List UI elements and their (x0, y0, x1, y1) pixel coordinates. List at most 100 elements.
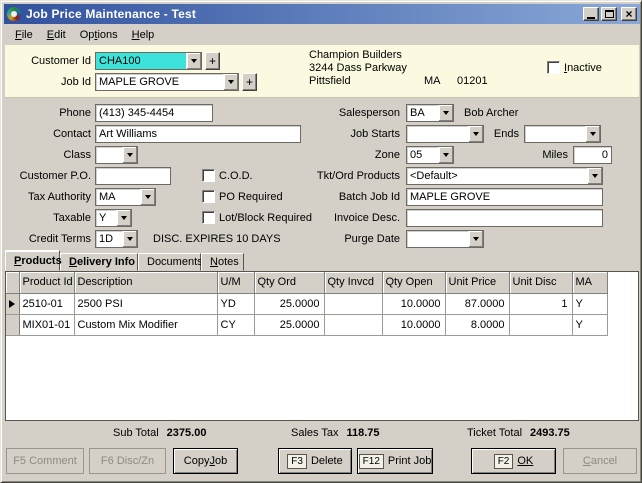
class-dropdown-button[interactable] (122, 147, 137, 163)
customer-state: MA (424, 75, 441, 87)
customer-id-add-button[interactable]: + (205, 52, 220, 70)
miles-input[interactable] (573, 146, 612, 164)
cell-unit-disc[interactable]: 1 (509, 293, 572, 314)
sub-total: Sub Total2375.00 (113, 427, 206, 439)
taxable-combo[interactable]: Y (95, 209, 132, 227)
batch-job-id-input[interactable] (406, 188, 603, 206)
cod-checkbox[interactable] (202, 169, 215, 182)
minimize-button[interactable] (583, 7, 599, 21)
po-required-checkbox[interactable] (202, 190, 215, 203)
f2-ok-button[interactable]: F2OK (471, 448, 556, 474)
sales-tax-label: Sales Tax (291, 427, 339, 439)
titlebar[interactable]: Job Price Maintenance - Test × (4, 4, 640, 24)
credit-terms-combo[interactable]: 1D (95, 230, 138, 248)
cell-qty-open[interactable]: 10.0000 (382, 314, 445, 335)
tax-authority-combo[interactable]: MA (95, 188, 156, 206)
invoice-desc-input[interactable] (406, 209, 603, 227)
cell-unit-price[interactable]: 8.0000 (445, 314, 509, 335)
class-combo[interactable] (95, 146, 138, 164)
menu-file[interactable]: File (8, 27, 40, 43)
inactive-checkbox[interactable] (547, 61, 560, 74)
cell-qty-ord[interactable]: 25.0000 (254, 293, 324, 314)
purge-date-dropdown-button[interactable] (468, 231, 483, 247)
purge-date-value (407, 231, 468, 247)
salesperson-combo[interactable]: BA (406, 104, 454, 122)
purge-date-combo[interactable] (406, 230, 484, 248)
po-required-label: PO Required (219, 191, 283, 204)
menu-options[interactable]: Options (73, 27, 125, 43)
cell-ma[interactable]: Y (572, 293, 607, 314)
copy-job-button[interactable]: Copy Job (173, 448, 238, 474)
customer-id-dropdown-button[interactable] (186, 53, 201, 69)
table-row[interactable]: MIX01-01 Custom Mix Modifier CY 25.0000 … (6, 314, 638, 335)
cell-product-id[interactable]: 2510-01 (19, 293, 74, 314)
row-selector[interactable] (6, 314, 19, 335)
cell-qty-open[interactable]: 10.0000 (382, 293, 445, 314)
customer-name: Champion Builders (309, 49, 402, 61)
products-grid: Product Id Description U/M Qty Ord Qty I… (5, 271, 639, 421)
cell-qty-invcd[interactable] (324, 314, 382, 335)
credit-terms-dropdown-button[interactable] (122, 231, 137, 247)
contact-input[interactable] (95, 125, 301, 143)
cell-um[interactable]: CY (217, 314, 254, 335)
f12-key-badge: F12 (359, 454, 384, 469)
tab-notes[interactable]: Notes (201, 253, 244, 271)
cell-unit-disc[interactable] (509, 314, 572, 335)
menu-edit[interactable]: Edit (40, 27, 73, 43)
zone-value: 05 (407, 147, 438, 163)
cell-product-id[interactable]: MIX01-01 (19, 314, 74, 335)
cell-qty-invcd[interactable] (324, 293, 382, 314)
job-id-add-button[interactable]: + (242, 73, 257, 91)
maximize-button[interactable] (601, 7, 617, 21)
lot-block-required-checkbox[interactable] (202, 211, 215, 224)
f3-delete-button[interactable]: F3Delete (278, 448, 352, 474)
chevron-down-icon (473, 237, 479, 241)
app-icon (7, 7, 21, 21)
close-button[interactable]: × (621, 7, 637, 21)
phone-input[interactable] (95, 104, 213, 122)
salesperson-dropdown-button[interactable] (438, 105, 453, 121)
row-selector[interactable] (6, 293, 19, 314)
table-row[interactable]: 2510-01 2500 PSI YD 25.0000 10.0000 87.0… (6, 293, 638, 314)
tab-documents[interactable]: Documents (138, 253, 201, 271)
zone-combo[interactable]: 05 (406, 146, 454, 164)
class-value (96, 147, 122, 163)
job-id-combo[interactable]: MAPLE GROVE (95, 73, 239, 91)
cell-ma[interactable]: Y (572, 314, 607, 335)
f12-print-job-button[interactable]: F12Print Job (357, 448, 433, 474)
col-ma: MA (572, 272, 607, 293)
chevron-down-icon (127, 153, 133, 157)
grid-header-row: Product Id Description U/M Qty Ord Qty I… (6, 272, 638, 293)
col-product-id: Product Id (19, 272, 74, 293)
chevron-down-icon (228, 80, 234, 84)
job-id-value: MAPLE GROVE (96, 74, 223, 90)
customer-id-label: Customer Id (5, 52, 91, 70)
job-id-dropdown-button[interactable] (223, 74, 238, 90)
tab-products[interactable]: Products (5, 250, 60, 271)
cell-um[interactable]: YD (217, 293, 254, 314)
cod-label: C.O.D. (219, 170, 253, 183)
zone-dropdown-button[interactable] (438, 147, 453, 163)
cell-unit-price[interactable]: 87.0000 (445, 293, 509, 314)
job-starts-value (407, 126, 468, 142)
cell-description[interactable]: 2500 PSI (74, 293, 217, 314)
tkt-ord-products-combo[interactable]: <Default> (406, 167, 603, 185)
customer-id-value: CHA100 (96, 53, 186, 69)
tab-delivery-info[interactable]: Delivery Info (60, 253, 138, 271)
tax-authority-dropdown-button[interactable] (140, 189, 155, 205)
taxable-dropdown-button[interactable] (116, 210, 131, 226)
customer-po-input[interactable] (95, 167, 171, 185)
credit-terms-note: DISC. EXPIRES 10 DAYS (153, 230, 281, 248)
tkt-ord-products-dropdown-button[interactable] (587, 168, 602, 184)
ends-dropdown-button[interactable] (585, 126, 600, 142)
customer-id-combo[interactable]: CHA100 (95, 52, 202, 70)
ticket-total: Ticket Total2493.75 (467, 427, 570, 439)
batch-job-id-label: Batch Job Id (310, 188, 400, 206)
maximize-icon (605, 10, 614, 18)
cell-qty-ord[interactable]: 25.0000 (254, 314, 324, 335)
salesperson-label: Salesperson (310, 104, 400, 122)
cell-description[interactable]: Custom Mix Modifier (74, 314, 217, 335)
ends-combo[interactable] (524, 125, 601, 143)
menu-help[interactable]: Help (125, 27, 162, 43)
salesperson-name: Bob Archer (464, 104, 518, 122)
